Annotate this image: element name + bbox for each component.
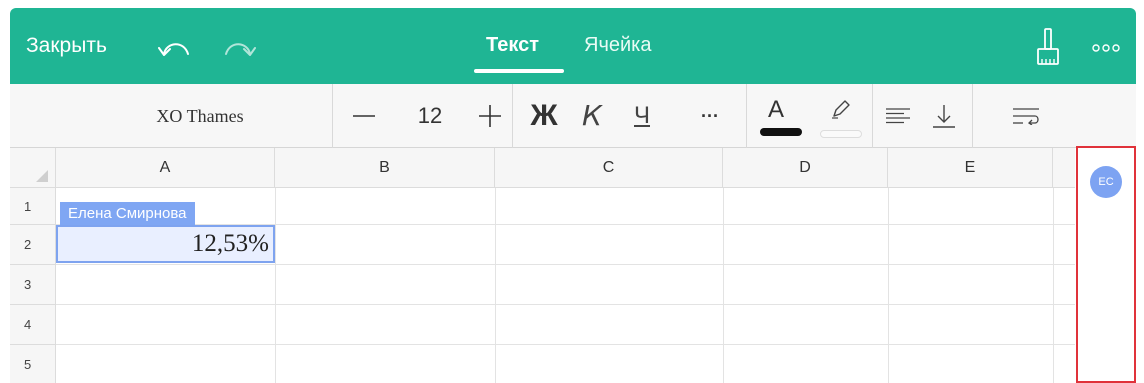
tab-cell[interactable]: Ячейка — [584, 34, 651, 57]
row-gridline — [56, 264, 1075, 265]
column-header-e[interactable]: E — [888, 148, 1053, 188]
vertical-align-icon — [933, 104, 955, 128]
row-gridline — [56, 344, 1075, 345]
row-header-2[interactable]: 2 — [10, 225, 56, 265]
wrap-icon — [1013, 108, 1039, 126]
plus-icon — [479, 104, 501, 127]
active-tab-indicator — [474, 69, 564, 73]
vertical-align-button[interactable] — [924, 84, 964, 148]
more-styles-button[interactable]: ··· — [690, 84, 730, 148]
column-header-b[interactable]: B — [275, 148, 495, 188]
underline-button[interactable]: Ч — [622, 84, 662, 148]
row-gridline — [56, 304, 1075, 305]
brush-icon[interactable] — [1036, 28, 1060, 66]
row-header-5[interactable]: 5 — [10, 345, 56, 383]
bold-button[interactable]: Ж — [524, 84, 564, 148]
more-icon[interactable] — [1092, 43, 1120, 53]
wrap-text-button[interactable] — [1006, 84, 1046, 148]
column-header-a[interactable]: A — [56, 148, 275, 188]
column-gridline — [723, 188, 724, 383]
column-gridline — [495, 188, 496, 383]
column-header-partial — [1053, 148, 1075, 188]
collaborator-avatar[interactable]: EC — [1090, 166, 1122, 198]
toolbar-divider — [872, 84, 873, 148]
column-gridline — [275, 188, 276, 383]
cell-a2-selected[interactable]: 12,53% — [56, 225, 275, 263]
column-gridline — [1053, 188, 1054, 383]
column-header-c[interactable]: C — [495, 148, 723, 188]
highlight-color-button[interactable] — [816, 84, 864, 148]
spreadsheet-grid: A B C D E 1 2 3 4 5 12,53% Елена Смирнов… — [10, 148, 1075, 383]
text-color-swatch — [760, 128, 802, 136]
toolbar-divider — [512, 84, 513, 148]
top-bar: Закрыть Текст Ячейка — [10, 8, 1136, 84]
column-header-d[interactable]: D — [723, 148, 888, 188]
font-size-value: 12 — [417, 103, 443, 128]
toolbar-divider — [746, 84, 747, 148]
undo-icon[interactable] — [158, 36, 192, 58]
minus-icon — [353, 114, 375, 117]
align-icon — [886, 108, 910, 123]
row-header-1[interactable]: 1 — [10, 188, 56, 225]
collaborators-panel: EC — [1076, 146, 1136, 383]
decrease-font-button[interactable] — [344, 84, 384, 148]
row-header-4[interactable]: 4 — [10, 305, 56, 345]
tab-text[interactable]: Текст — [486, 34, 539, 57]
format-toolbar: XO Thames 12 Ж К Ч ··· A — [10, 84, 1136, 148]
highlighter-icon — [832, 100, 850, 119]
text-color-button[interactable]: A — [756, 84, 806, 148]
toolbar-divider — [332, 84, 333, 148]
select-all-corner[interactable] — [10, 148, 56, 188]
corner-triangle — [36, 170, 48, 182]
toolbar-divider — [972, 84, 973, 148]
redo-icon[interactable] — [222, 36, 256, 58]
increase-font-button[interactable] — [470, 84, 510, 148]
spreadsheet-app: Закрыть Текст Ячейка XO Thames 12 Ж К Ч … — [10, 8, 1136, 383]
column-gridline — [888, 188, 889, 383]
italic-button[interactable]: К — [572, 84, 612, 148]
highlight-color-swatch — [820, 130, 862, 138]
align-left-button[interactable] — [878, 84, 918, 148]
font-name-selector[interactable]: XO Thames — [70, 84, 330, 148]
close-button[interactable]: Закрыть — [26, 34, 107, 58]
collaborator-name-tag: Елена Смирнова — [60, 202, 195, 225]
row-header-3[interactable]: 3 — [10, 265, 56, 305]
